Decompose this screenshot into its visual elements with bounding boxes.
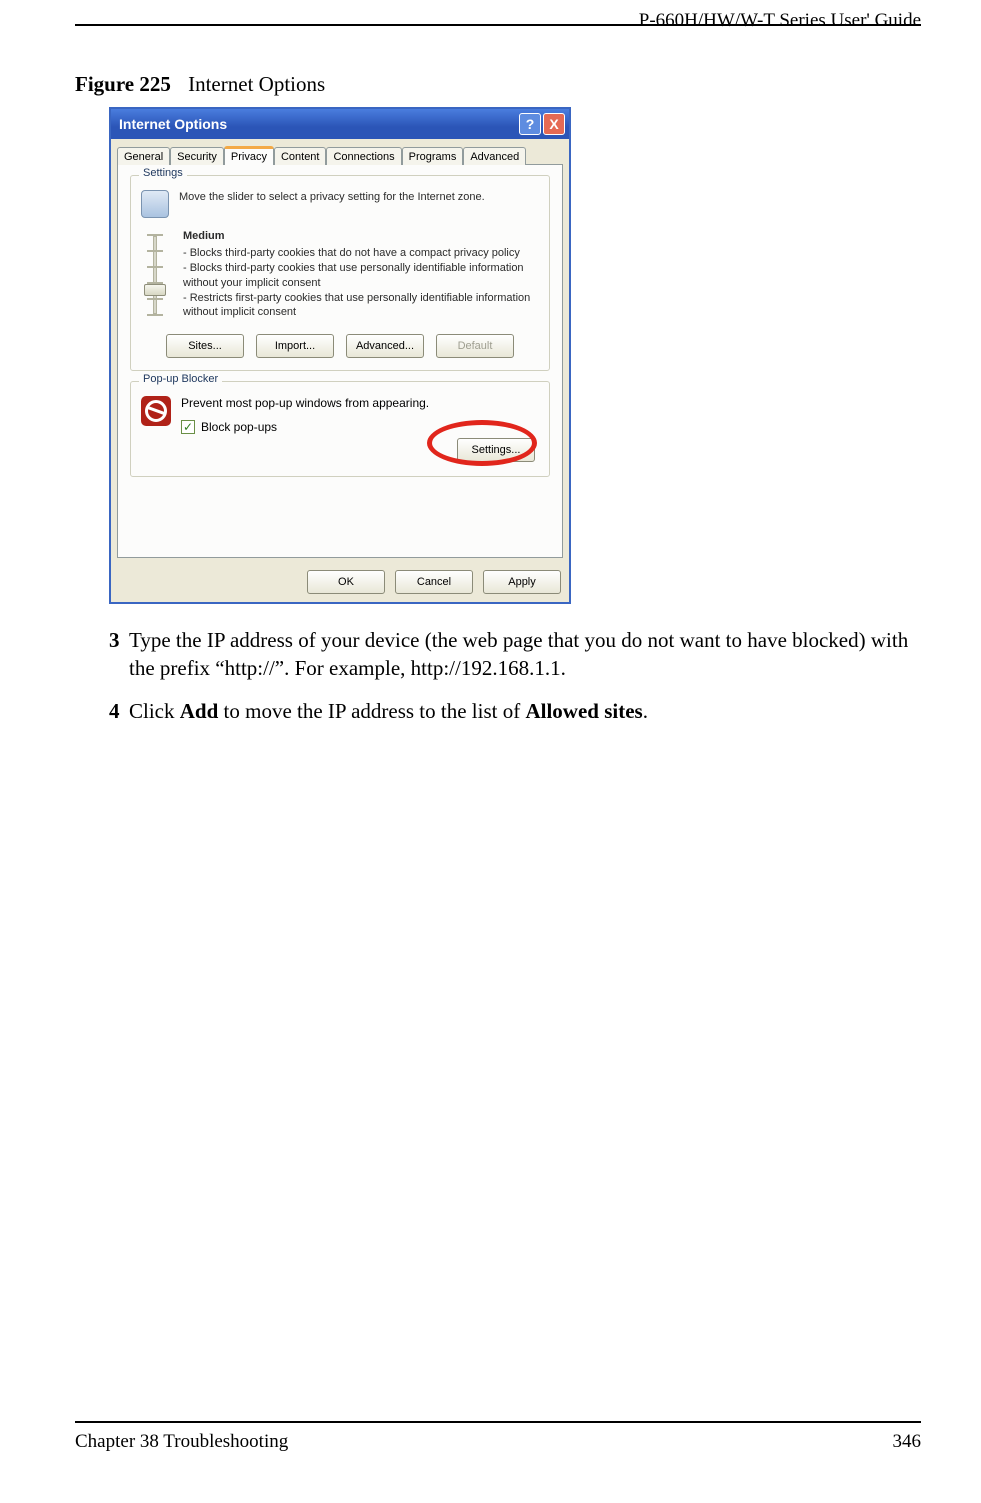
privacy-level-name: Medium xyxy=(183,230,539,242)
cancel-button[interactable]: Cancel xyxy=(395,570,473,594)
privacy-globe-icon xyxy=(141,190,169,218)
footer-page-number: 346 xyxy=(893,1431,922,1453)
tab-general[interactable]: General xyxy=(117,147,170,165)
figure-caption: Figure 225 Internet Options xyxy=(75,72,921,97)
step-3-text: Type the IP address of your device (the … xyxy=(129,626,921,683)
step-4-bold-allowed: Allowed sites xyxy=(525,699,642,723)
close-icon[interactable]: X xyxy=(543,113,565,135)
advanced-button[interactable]: Advanced... xyxy=(346,334,424,358)
step-3: 3 Type the IP address of your device (th… xyxy=(109,626,921,683)
tab-content[interactable]: Content xyxy=(274,147,327,165)
settings-group: Settings Move the slider to select a pri… xyxy=(130,175,550,371)
block-popups-label: Block pop-ups xyxy=(201,420,277,434)
step-4-bold-add: Add xyxy=(180,699,219,723)
block-popups-checkbox[interactable]: ✓ xyxy=(181,420,195,434)
figure-title: Internet Options xyxy=(188,72,325,96)
step-4-pre: Click xyxy=(129,699,180,723)
step-4-number: 4 xyxy=(109,697,129,725)
popup-description: Prevent most pop-up windows from appeari… xyxy=(181,396,539,410)
step-4-post: . xyxy=(643,699,648,723)
tab-connections[interactable]: Connections xyxy=(326,147,401,165)
tab-panel-privacy: Settings Move the slider to select a pri… xyxy=(117,164,563,558)
slider-thumb-icon[interactable] xyxy=(144,284,166,296)
popup-blocker-group: Pop-up Blocker Prevent most pop-up windo… xyxy=(130,381,550,477)
tab-security[interactable]: Security xyxy=(170,147,224,165)
tab-advanced[interactable]: Advanced xyxy=(463,147,526,165)
tab-row: General Security Privacy Content Connect… xyxy=(111,139,569,164)
settings-legend: Settings xyxy=(139,167,187,179)
popup-legend: Pop-up Blocker xyxy=(139,373,222,385)
default-button: Default xyxy=(436,334,514,358)
help-icon[interactable]: ? xyxy=(519,113,541,135)
doc-header: P-660H/HW/W-T Series User' Guide xyxy=(639,10,921,32)
apply-button[interactable]: Apply xyxy=(483,570,561,594)
tab-privacy[interactable]: Privacy xyxy=(224,146,274,165)
footer-chapter: Chapter 38 Troubleshooting xyxy=(75,1431,288,1453)
titlebar[interactable]: Internet Options ? X xyxy=(111,109,569,139)
block-popups-icon xyxy=(141,396,171,426)
import-button[interactable]: Import... xyxy=(256,334,334,358)
window-title: Internet Options xyxy=(119,116,517,132)
tab-programs[interactable]: Programs xyxy=(402,147,464,165)
bottom-rule xyxy=(75,1421,921,1423)
step-4-text: Click Add to move the IP address to the … xyxy=(129,697,921,725)
dialog-footer-buttons: OK Cancel Apply xyxy=(111,564,569,602)
sites-button[interactable]: Sites... xyxy=(166,334,244,358)
step-3-number: 3 xyxy=(109,626,129,683)
internet-options-dialog: Internet Options ? X General Security Pr… xyxy=(109,107,571,604)
settings-description: Move the slider to select a privacy sett… xyxy=(179,190,485,218)
step-4: 4 Click Add to move the IP address to th… xyxy=(109,697,921,725)
ok-button[interactable]: OK xyxy=(307,570,385,594)
popup-settings-button[interactable]: Settings... xyxy=(457,438,535,462)
privacy-level-desc: - Blocks third-party cookies that do not… xyxy=(183,246,539,320)
privacy-slider[interactable] xyxy=(141,230,169,320)
step-4-mid: to move the IP address to the list of xyxy=(218,699,525,723)
figure-number: Figure 225 xyxy=(75,72,171,96)
